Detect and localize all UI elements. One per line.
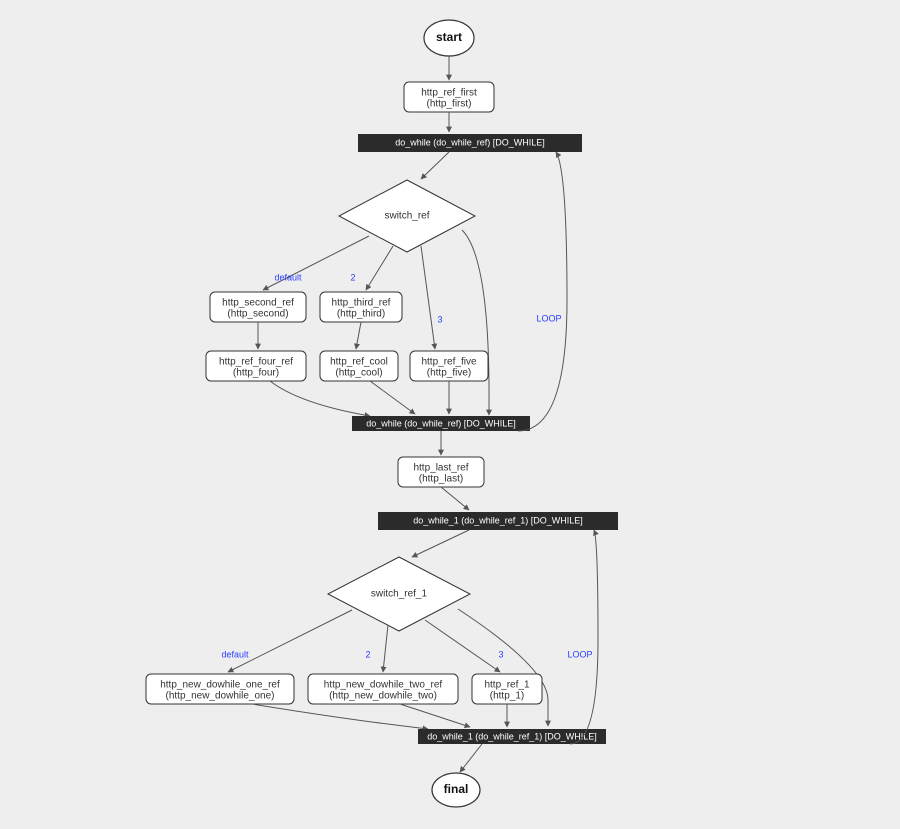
- edge-four-dowhilebot: [270, 381, 370, 416]
- edge-dowhile-switch_ref: [421, 152, 449, 179]
- svg-text:do_while (do_while_ref) [DO_WH: do_while (do_while_ref) [DO_WHILE]: [395, 137, 545, 147]
- bar-do_while-top: do_while (do_while_ref) [DO_WHILE]: [358, 134, 582, 152]
- svg-text:http_second_ref: http_second_ref: [222, 298, 294, 309]
- svg-text:http_ref_four_ref: http_ref_four_ref: [219, 357, 293, 368]
- bar-do_while-bottom: do_while (do_while_ref) [DO_WHILE]: [352, 416, 530, 431]
- edge-last-dowhile1: [441, 487, 469, 510]
- final-node: final: [432, 773, 480, 807]
- edge-switch1-default: [228, 610, 352, 672]
- svg-text:(http_cool): (http_cool): [335, 368, 382, 379]
- svg-text:do_while_1 (do_while_ref_1) [D: do_while_1 (do_while_ref_1) [DO_WHILE]: [413, 515, 583, 525]
- proc-http_last_ref: http_last_ref (http_last): [398, 457, 484, 487]
- svg-text:http_new_dowhile_two_ref: http_new_dowhile_two_ref: [324, 680, 443, 691]
- proc-http_third_ref: http_third_ref (http_third): [320, 292, 402, 322]
- svg-text:(http_second): (http_second): [227, 309, 288, 320]
- svg-text:(http_four): (http_four): [233, 368, 279, 379]
- label-2-1: 2: [350, 272, 355, 282]
- edge-switch1-3: [425, 620, 500, 672]
- final-label: final: [444, 782, 469, 796]
- svg-text:(http_new_dowhile_two): (http_new_dowhile_two): [329, 691, 437, 702]
- svg-text:http_ref_1: http_ref_1: [484, 680, 529, 691]
- edge-dowhile1-switch_ref_1: [412, 530, 469, 557]
- svg-text:http_ref_five: http_ref_five: [421, 357, 476, 368]
- svg-text:http_ref_first: http_ref_first: [421, 88, 477, 99]
- edge-switch_ref-passthrough: [462, 230, 489, 415]
- svg-text:(http_1): (http_1): [490, 691, 524, 702]
- diamond-switch_ref_1: switch_ref_1: [328, 557, 470, 631]
- start-node: start: [424, 20, 474, 56]
- edge-third-cool: [356, 322, 361, 349]
- edge-loop-1: [518, 152, 567, 431]
- label-default-1: default: [274, 272, 302, 282]
- edge-two-dowhile1bot: [400, 704, 470, 727]
- edge-dowhile1bot-final: [460, 744, 482, 772]
- label-2-2: 2: [365, 649, 370, 659]
- svg-text:(http_five): (http_five): [427, 368, 471, 379]
- bar-do_while_1-top: do_while_1 (do_while_ref_1) [DO_WHILE]: [378, 512, 618, 530]
- svg-text:switch_ref: switch_ref: [384, 211, 429, 222]
- label-loop-2: LOOP: [567, 649, 592, 659]
- start-label: start: [436, 30, 462, 44]
- proc-http_ref_cool: http_ref_cool (http_cool): [320, 351, 398, 381]
- edge-switch1-2: [383, 625, 388, 672]
- edge-switch1-passthrough: [458, 609, 548, 726]
- label-3-2: 3: [498, 649, 503, 659]
- svg-text:http_ref_cool: http_ref_cool: [330, 357, 388, 368]
- svg-text:do_while_1 (do_while_ref_1) [D: do_while_1 (do_while_ref_1) [DO_WHILE]: [427, 731, 597, 741]
- svg-text:http_new_dowhile_one_ref: http_new_dowhile_one_ref: [160, 680, 280, 691]
- edge-switch_ref-3: [421, 246, 435, 349]
- svg-text:do_while (do_while_ref) [DO_WH: do_while (do_while_ref) [DO_WHILE]: [366, 418, 516, 428]
- proc-http_ref_first: http_ref_first (http_first): [404, 82, 494, 112]
- proc-http_ref_five: http_ref_five (http_five): [410, 351, 488, 381]
- label-loop-1: LOOP: [536, 313, 561, 323]
- svg-text:(http_last): (http_last): [419, 474, 463, 485]
- proc-http_new_dowhile_two_ref: http_new_dowhile_two_ref (http_new_dowhi…: [308, 674, 458, 704]
- svg-text:switch_ref_1: switch_ref_1: [371, 589, 428, 600]
- svg-text:(http_first): (http_first): [426, 99, 471, 110]
- proc-http_second_ref: http_second_ref (http_second): [210, 292, 306, 322]
- flow-diagram: start http_ref_first (http_first) do_whi…: [0, 0, 900, 829]
- proc-http_ref_1: http_ref_1 (http_1): [472, 674, 542, 704]
- svg-text:(http_new_dowhile_one): (http_new_dowhile_one): [166, 691, 275, 702]
- svg-text:(http_third): (http_third): [337, 309, 385, 320]
- edge-loop-2: [570, 530, 598, 744]
- label-3-1: 3: [437, 314, 442, 324]
- label-default-2: default: [221, 649, 249, 659]
- edge-one-dowhile1bot: [252, 704, 428, 729]
- svg-text:http_last_ref: http_last_ref: [413, 463, 468, 474]
- edge-switch_ref-2: [366, 246, 393, 290]
- edge-cool-dowhilebot: [370, 381, 415, 414]
- svg-text:http_third_ref: http_third_ref: [332, 298, 391, 309]
- proc-http_ref_four_ref: http_ref_four_ref (http_four): [206, 351, 306, 381]
- proc-http_new_dowhile_one_ref: http_new_dowhile_one_ref (http_new_dowhi…: [146, 674, 294, 704]
